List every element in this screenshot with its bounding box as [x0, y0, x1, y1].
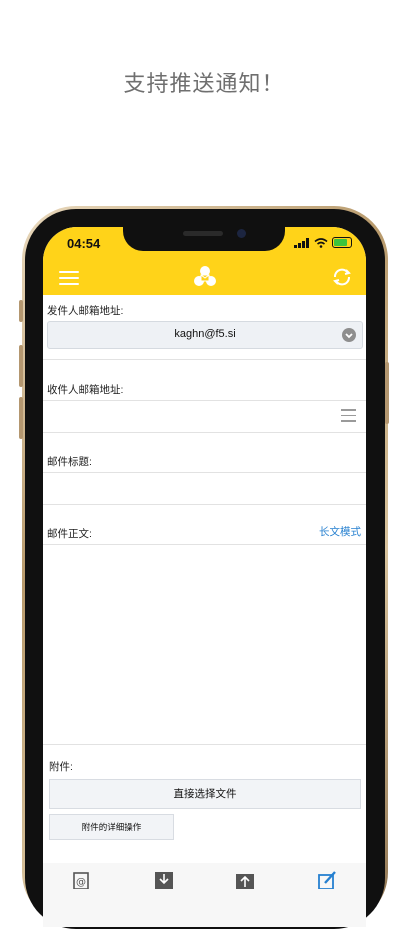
status-icons	[294, 237, 352, 248]
tagline: 支持推送通知！	[123, 72, 285, 97]
signal-icon	[294, 237, 309, 248]
from-address-select[interactable]: kaghn@f5.si	[47, 321, 363, 349]
recycle-mail-logo-icon	[194, 266, 216, 286]
list-icon[interactable]	[341, 409, 356, 426]
front-camera	[237, 229, 246, 238]
wifi-icon	[314, 237, 328, 248]
divider	[43, 744, 366, 745]
outbox-upload-icon	[236, 874, 254, 889]
battery-icon	[332, 237, 352, 248]
to-address-input[interactable]	[43, 401, 343, 431]
divider	[43, 432, 366, 433]
pick-file-button[interactable]: 直接选择文件	[49, 779, 361, 809]
long-mode-link[interactable]: 长文模式	[319, 524, 361, 539]
subject-input[interactable]	[43, 473, 366, 503]
refresh-icon[interactable]	[331, 266, 353, 288]
subject-label: 邮件标题:	[47, 456, 92, 468]
phone-side-button	[19, 397, 23, 439]
divider	[43, 504, 366, 505]
body-label: 邮件正文:	[47, 528, 92, 540]
phone-power-button	[385, 362, 389, 424]
attachment-label: 附件:	[49, 761, 73, 773]
tab-bar: @	[43, 863, 366, 927]
hamburger-menu-icon[interactable]	[59, 271, 79, 285]
from-address-value: kaghn@f5.si	[174, 328, 236, 340]
divider	[43, 359, 366, 360]
to-label: 收件人邮箱地址:	[47, 384, 124, 396]
status-time: 04:54	[67, 236, 101, 251]
tab-compose[interactable]	[307, 869, 347, 890]
phone-side-button	[19, 300, 23, 322]
tab-inbox[interactable]	[144, 869, 184, 889]
contacts-icon: @	[73, 872, 89, 890]
phone-notch	[123, 227, 285, 251]
compose-icon	[318, 871, 336, 890]
phone-side-button	[19, 345, 23, 387]
inbox-download-icon	[155, 872, 173, 889]
speaker-grille	[183, 231, 223, 236]
phone-screen: 04:54 发件人邮箱地址: kaghn@f5.si 收件人邮箱地址: 邮件标题…	[43, 227, 366, 927]
body-textarea[interactable]	[43, 545, 366, 743]
tab-outbox[interactable]	[225, 869, 265, 889]
from-label: 发件人邮箱地址:	[47, 305, 124, 317]
tab-contacts[interactable]: @	[62, 869, 102, 890]
chevron-down-icon	[342, 328, 356, 342]
attachment-detail-button[interactable]: 附件的详细操作	[49, 814, 174, 840]
